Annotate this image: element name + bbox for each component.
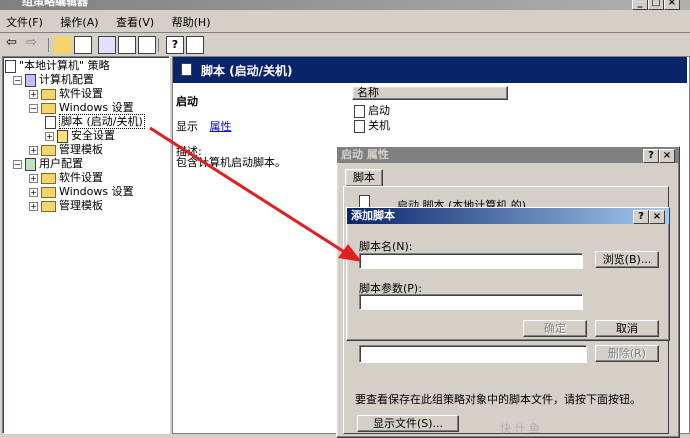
arrow-shaft xyxy=(149,126,347,255)
arrow-head xyxy=(338,244,362,262)
annotation-arrow xyxy=(149,126,362,262)
